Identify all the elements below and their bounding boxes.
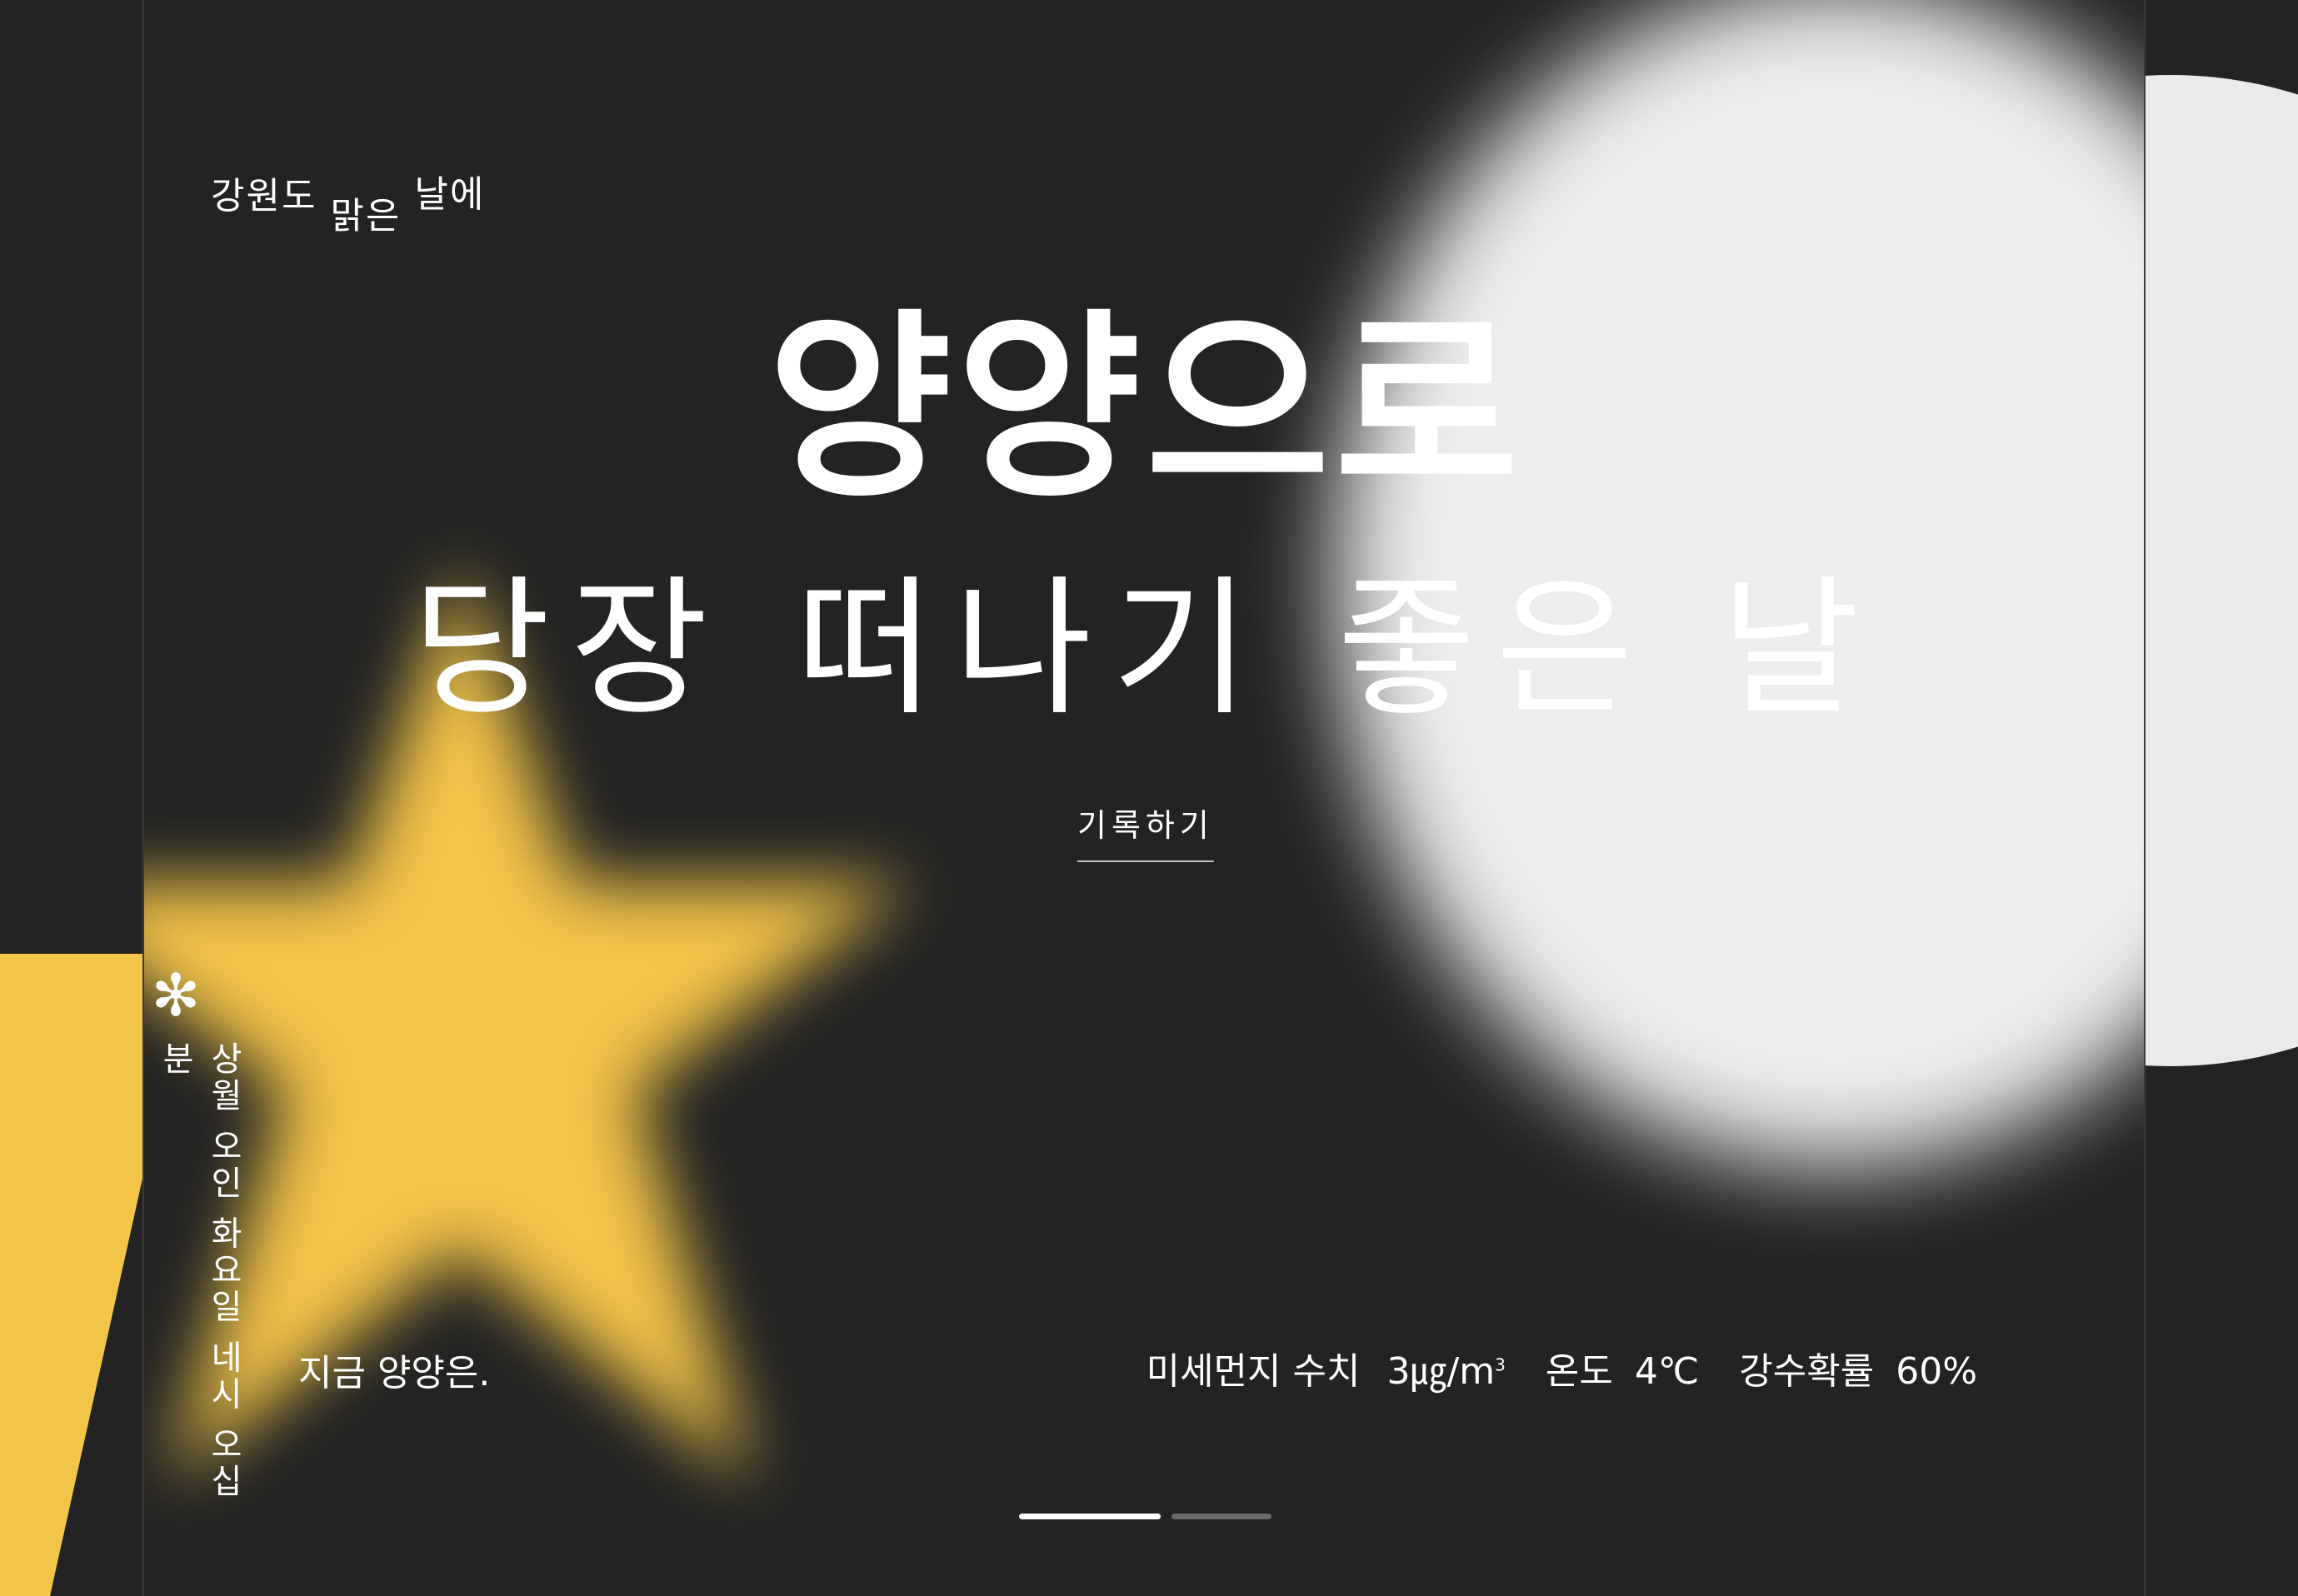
- eyebrow-word: 날에: [414, 173, 486, 216]
- weather-info: 미세먼지 수치 3㎍/m3 온도 4℃ 강수확률 60%: [1147, 1341, 1977, 1394]
- eyebrow-word: 강원도: [211, 175, 317, 217]
- dust-value: 3㎍/m3: [1386, 1350, 1505, 1393]
- hero-subtitle: 당장 떠나기 좋은 날: [412, 562, 1880, 736]
- record-button[interactable]: 기록하기: [1077, 800, 1214, 862]
- dust-value-text: 3㎍/m: [1386, 1350, 1496, 1393]
- eyebrow-word: 맑은: [330, 195, 402, 237]
- dust-label: 미세먼지 수치: [1146, 1350, 1361, 1393]
- temp-label: 온도: [1545, 1350, 1613, 1393]
- rain-label: 강수확률: [1739, 1350, 1875, 1393]
- date-caption-text: 상월 오인 화요일 네시 오십분: [156, 1041, 242, 1500]
- weather-label: 지금 양양은.: [298, 1352, 491, 1394]
- temp-value: 4℃: [1634, 1350, 1700, 1393]
- date-caption: ✻ 상월 오인 화요일 네시 오십분: [151, 961, 242, 1508]
- dust-unit-sup: 3: [1495, 1354, 1506, 1375]
- hero-title: 양양으로: [767, 292, 1524, 525]
- rain-value: 60%: [1896, 1350, 1977, 1393]
- pager-dot[interactable]: [1171, 1514, 1271, 1519]
- neighbor-slide-moon: [2146, 75, 2298, 1066]
- hero-slide: 강원도 맑은 날에 양양으로 당장 떠나기 좋은 날 기록하기 ✻ 상월 오인 …: [142, 0, 2146, 1596]
- neighbor-slide-star: [0, 954, 142, 1596]
- hero-eyebrow: 강원도 맑은 날에: [211, 171, 485, 237]
- asterisk-icon: ✻: [151, 961, 201, 1030]
- pager-dot-active[interactable]: [1019, 1514, 1161, 1519]
